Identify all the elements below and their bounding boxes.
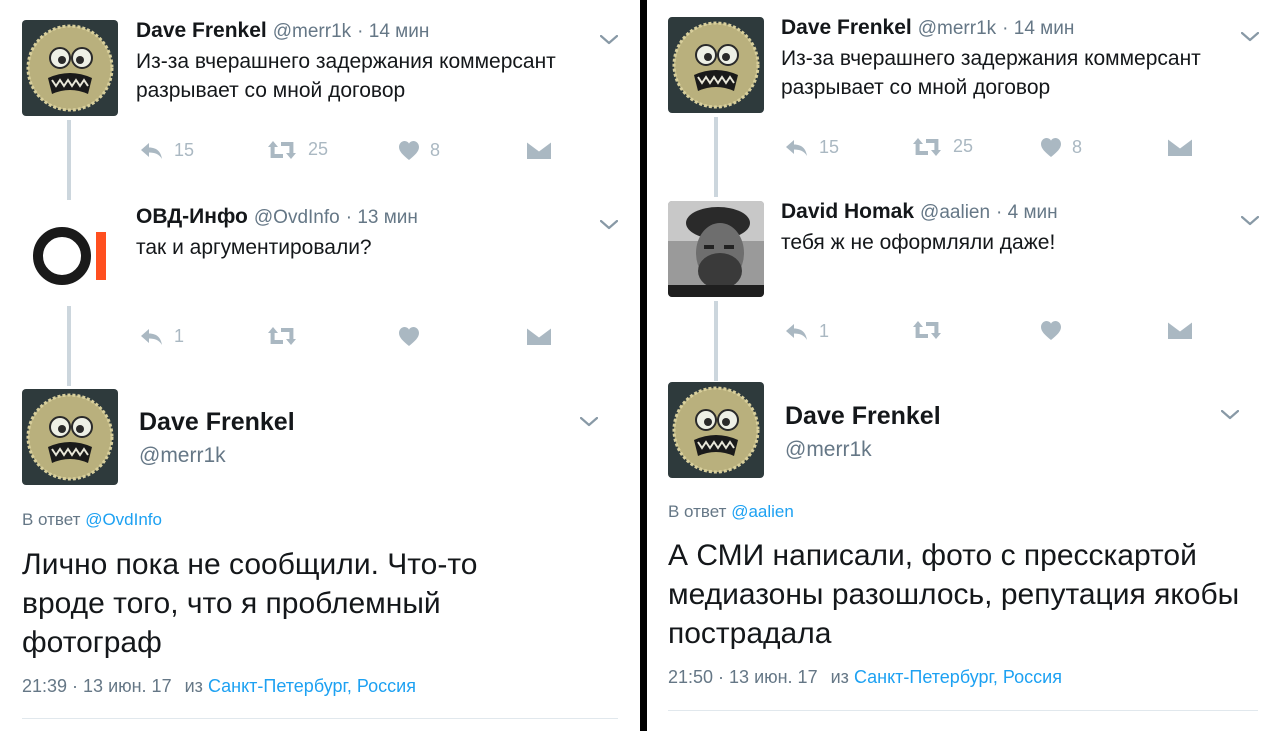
thread-line bbox=[67, 120, 71, 200]
main-tweet-author-name[interactable]: Dave Frenkel bbox=[785, 402, 941, 431]
tweet1-header: Dave Frenkel @merr1k · 14 мин bbox=[781, 16, 1074, 40]
right-thread-panel: Dave Frenkel @merr1k · 14 мин Из-за вчер… bbox=[647, 0, 1280, 731]
main-tweet-handle[interactable]: @merr1k bbox=[785, 438, 872, 462]
retweet-icon bbox=[268, 140, 296, 159]
tweet1-text: Из-за вчерашнего задержания коммерсант р… bbox=[781, 47, 1201, 99]
chevron-down-icon[interactable] bbox=[1220, 403, 1240, 426]
divider-line bbox=[668, 710, 1258, 711]
reply-to-link[interactable]: @aalien bbox=[731, 502, 794, 521]
tweet-footer: 21:50 · 13 июн. 17 из Санкт-Петербург, Р… bbox=[668, 667, 1062, 688]
main-tweet-handle[interactable]: @merr1k bbox=[139, 444, 226, 468]
tweet1-handle[interactable]: @merr1k bbox=[273, 21, 351, 43]
thread-line bbox=[67, 306, 71, 386]
panel-divider bbox=[640, 0, 647, 731]
reply-icon bbox=[141, 329, 162, 345]
envelope-icon bbox=[1167, 137, 1193, 157]
tweet2-handle[interactable]: @aalien bbox=[920, 202, 990, 224]
dm-button[interactable] bbox=[1167, 320, 1193, 340]
reply-count: 15 bbox=[174, 139, 195, 160]
divider-line bbox=[22, 718, 618, 719]
reply-button[interactable]: 15 bbox=[783, 136, 839, 158]
retweet-button[interactable] bbox=[266, 326, 298, 346]
main-tweet-text: Лично пока не сообщили. Что-то вроде тог… bbox=[22, 548, 478, 659]
retweet-count: 25 bbox=[308, 139, 329, 159]
tweet2-time[interactable]: · 13 мин bbox=[346, 207, 418, 229]
retweet-icon bbox=[913, 137, 941, 156]
main-tweet-avatar[interactable] bbox=[666, 380, 766, 483]
tweet1-text: Из-за вчерашнего задержания коммерсант р… bbox=[136, 50, 556, 102]
reply-count: 1 bbox=[174, 325, 185, 346]
main-tweet-author-name[interactable]: Dave Frenkel bbox=[139, 408, 295, 437]
reply-button[interactable]: 15 bbox=[138, 139, 194, 161]
like-button[interactable]: 8 bbox=[398, 140, 440, 161]
chevron-down-icon[interactable] bbox=[579, 410, 599, 433]
timestamp[interactable]: 21:39 · 13 июн. 17 bbox=[22, 676, 172, 696]
reply-button[interactable]: 1 bbox=[138, 325, 184, 347]
tweet1-author-name[interactable]: Dave Frenkel bbox=[781, 16, 912, 40]
reply-to-prefix: В ответ bbox=[22, 510, 81, 529]
tweet2-text: тебя ж не оформляли даже! bbox=[781, 231, 1056, 254]
reply-count: 1 bbox=[819, 320, 830, 341]
reply-count: 15 bbox=[819, 136, 840, 157]
like-count: 8 bbox=[430, 140, 441, 160]
reply-icon bbox=[786, 324, 807, 340]
retweet-icon bbox=[913, 321, 941, 339]
dm-button[interactable] bbox=[526, 140, 552, 160]
reply-icon bbox=[141, 143, 162, 159]
like-count: 8 bbox=[1072, 137, 1083, 157]
reply-to-line: В ответ @OvdInfo bbox=[22, 510, 162, 530]
retweet-button[interactable]: 25 bbox=[266, 139, 328, 160]
envelope-icon bbox=[1167, 320, 1193, 340]
tweet2-avatar[interactable] bbox=[22, 206, 118, 307]
envelope-icon bbox=[526, 140, 552, 160]
retweet-button[interactable] bbox=[911, 320, 943, 340]
heart-icon bbox=[399, 327, 419, 346]
tweet1-author-name[interactable]: Dave Frenkel bbox=[136, 19, 267, 43]
envelope-icon bbox=[526, 326, 552, 346]
tweet-footer: 21:39 · 13 июн. 17 из Санкт-Петербург, Р… bbox=[22, 676, 416, 697]
heart-icon bbox=[1041, 138, 1061, 157]
tweet2-time[interactable]: · 4 мин bbox=[996, 202, 1058, 224]
tweet1-time[interactable]: · 14 мин bbox=[357, 21, 429, 43]
tweet2-header: David Homak @aalien · 4 мин bbox=[781, 200, 1058, 224]
tweet2-author-name[interactable]: David Homak bbox=[781, 200, 914, 224]
location-link[interactable]: Санкт-Петербург, Россия bbox=[208, 676, 416, 696]
main-tweet-text: А СМИ написали, фото с пресскартой медиа… bbox=[668, 539, 1240, 650]
tweet2-handle[interactable]: @OvdInfo bbox=[254, 207, 340, 229]
reply-icon bbox=[786, 140, 807, 156]
from-label: из bbox=[830, 667, 849, 687]
like-button[interactable] bbox=[398, 326, 420, 347]
timestamp[interactable]: 21:50 · 13 июн. 17 bbox=[668, 667, 818, 687]
left-thread-panel: Dave Frenkel @merr1k · 14 мин Из-за вчер… bbox=[0, 0, 640, 731]
reply-button[interactable]: 1 bbox=[783, 320, 829, 342]
retweet-button[interactable]: 25 bbox=[911, 136, 973, 157]
retweet-count: 25 bbox=[953, 136, 974, 156]
dm-button[interactable] bbox=[1167, 137, 1193, 157]
reply-to-line: В ответ @aalien bbox=[668, 502, 794, 522]
like-button[interactable] bbox=[1040, 320, 1062, 341]
heart-icon bbox=[1041, 321, 1061, 340]
tweet1-avatar[interactable] bbox=[20, 18, 120, 121]
retweet-icon bbox=[268, 327, 296, 345]
tweet1-time[interactable]: · 14 мин bbox=[1002, 18, 1074, 40]
like-button[interactable]: 8 bbox=[1040, 137, 1082, 158]
tweet1-header: Dave Frenkel @merr1k · 14 мин bbox=[136, 19, 429, 43]
tweet2-avatar[interactable] bbox=[668, 201, 764, 302]
tweet2-author-name[interactable]: ОВД-Инфо bbox=[136, 205, 248, 229]
thread-line bbox=[714, 117, 718, 197]
from-label: из bbox=[184, 676, 203, 696]
main-tweet-avatar[interactable] bbox=[20, 387, 120, 490]
thread-line bbox=[714, 301, 718, 381]
dm-button[interactable] bbox=[526, 326, 552, 346]
tweet1-handle[interactable]: @merr1k bbox=[918, 18, 996, 40]
tweet1-avatar[interactable] bbox=[666, 15, 766, 118]
heart-icon bbox=[399, 141, 419, 160]
location-link[interactable]: Санкт-Петербург, Россия bbox=[854, 667, 1062, 687]
reply-to-link[interactable]: @OvdInfo bbox=[85, 510, 162, 529]
reply-to-prefix: В ответ bbox=[668, 502, 727, 521]
tweet2-text: так и аргументировали? bbox=[136, 236, 372, 259]
tweet2-header: ОВД-Инфо @OvdInfo · 13 мин bbox=[136, 205, 418, 229]
